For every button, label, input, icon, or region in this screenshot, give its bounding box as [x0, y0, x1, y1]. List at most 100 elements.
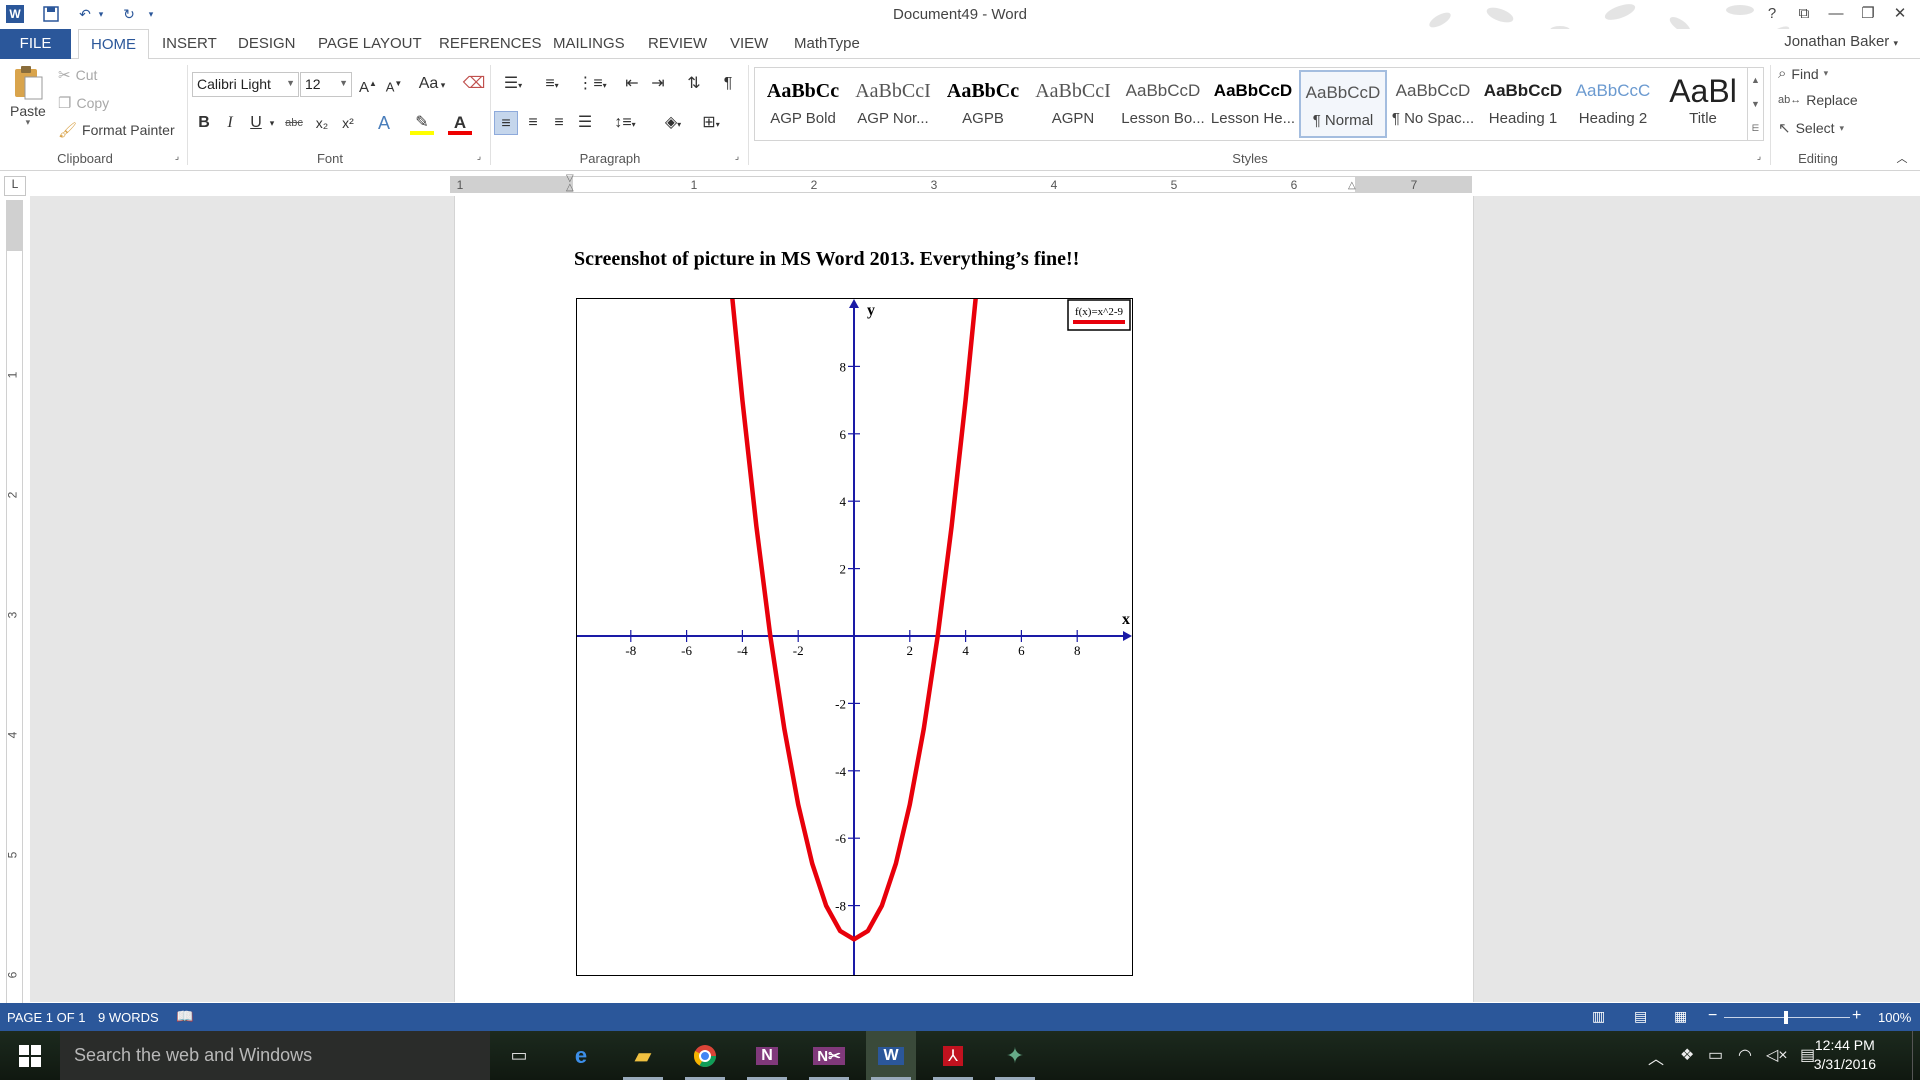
font-dialog-launcher[interactable]: ⌟: [472, 149, 486, 163]
vertical-ruler[interactable]: 1 2 3 4 5 6: [5, 200, 23, 1010]
styles-scroll-down-icon[interactable]: ▼: [1747, 92, 1763, 116]
align-right-icon[interactable]: ≡: [547, 111, 571, 135]
numbering-icon[interactable]: ≡▾: [535, 72, 569, 96]
edge-icon[interactable]: e: [556, 1031, 606, 1080]
underline-dropdown-icon[interactable]: ▾: [266, 111, 278, 135]
taskbar-search-box[interactable]: Search the web and Windows: [60, 1031, 490, 1080]
word-count[interactable]: 9 WORDS: [98, 1010, 159, 1025]
document-area[interactable]: Screenshot of picture in MS Word 2013. E…: [30, 196, 1920, 1002]
tab-design[interactable]: DESIGN: [226, 29, 308, 59]
volume-icon[interactable]: ◁×: [1766, 1045, 1788, 1065]
hanging-indent-marker[interactable]: △: [566, 182, 574, 193]
styles-scroll-up-icon[interactable]: ▲: [1747, 68, 1763, 92]
replace-button[interactable]: ab↔ Replace: [1778, 92, 1858, 108]
tab-home[interactable]: HOME: [78, 29, 149, 60]
tab-mathtype[interactable]: MathType: [782, 29, 872, 59]
zoom-in-icon[interactable]: +: [1852, 1007, 1861, 1025]
help-button[interactable]: ?: [1760, 4, 1784, 24]
document-page[interactable]: Screenshot of picture in MS Word 2013. E…: [454, 196, 1474, 1002]
sort-icon[interactable]: ⇅: [682, 72, 706, 96]
change-case-button[interactable]: Aa ▾: [414, 72, 450, 96]
clipboard-dialog-launcher[interactable]: ⌟: [170, 149, 184, 163]
font-color-icon[interactable]: A: [448, 111, 472, 135]
clear-formatting-icon[interactable]: ⌫: [462, 72, 486, 96]
minimize-button[interactable]: —: [1824, 4, 1848, 24]
show-formatting-marks-icon[interactable]: ¶: [716, 72, 740, 96]
line-spacing-icon[interactable]: ↕≡▾: [608, 111, 642, 135]
file-explorer-icon[interactable]: ▰: [618, 1031, 668, 1080]
shading-icon[interactable]: ◈▾: [656, 111, 690, 135]
style-agp-bold[interactable]: AaBbCc AGP Bold: [759, 70, 847, 138]
zoom-slider-thumb[interactable]: [1784, 1011, 1788, 1024]
zoom-out-icon[interactable]: −: [1708, 1007, 1717, 1025]
decrease-indent-icon[interactable]: ⇤: [620, 72, 644, 96]
tab-review[interactable]: REVIEW: [636, 29, 719, 59]
tab-selector[interactable]: L: [4, 176, 26, 196]
user-account[interactable]: Jonathan Baker ▾: [1784, 33, 1898, 50]
tab-insert[interactable]: INSERT: [150, 29, 229, 59]
acrobat-icon[interactable]: ⅄: [928, 1031, 978, 1080]
tab-view[interactable]: VIEW: [718, 29, 780, 59]
print-layout-icon[interactable]: ▤: [1634, 1008, 1647, 1025]
style-heading-2[interactable]: AaBbCcC Heading 2: [1569, 70, 1657, 138]
align-center-icon[interactable]: ≡: [521, 111, 545, 135]
battery-icon[interactable]: ▭: [1708, 1045, 1723, 1065]
collapse-ribbon-icon[interactable]: ︿: [1890, 147, 1914, 171]
ribbon-display-options-button[interactable]: ⧉: [1792, 4, 1816, 24]
font-size-dropdown[interactable]: 12 ▼: [300, 72, 352, 97]
superscript-button[interactable]: x²: [336, 111, 360, 135]
text-effects-icon[interactable]: A: [372, 111, 396, 135]
increase-indent-icon[interactable]: ⇥: [646, 72, 670, 96]
task-view-icon[interactable]: ▭: [494, 1031, 544, 1080]
paragraph-dialog-launcher[interactable]: ⌟: [730, 149, 744, 163]
proofing-icon[interactable]: 📖: [176, 1008, 193, 1025]
strikethrough-button[interactable]: abc: [282, 111, 306, 135]
underline-button[interactable]: U: [244, 111, 268, 135]
style-agpn[interactable]: AaBbCcI AGPN: [1029, 70, 1117, 138]
font-name-dropdown[interactable]: Calibri Light ▼: [192, 72, 299, 97]
app-icon[interactable]: ✦: [990, 1031, 1040, 1080]
justify-icon[interactable]: ☰: [573, 111, 597, 135]
subscript-button[interactable]: x₂: [310, 111, 334, 135]
style-agpb[interactable]: AaBbCc AGPB: [939, 70, 1027, 138]
wifi-icon[interactable]: ◠: [1738, 1045, 1752, 1065]
tab-file[interactable]: FILE: [0, 29, 71, 59]
tab-mailings[interactable]: MAILINGS: [541, 29, 637, 59]
web-layout-icon[interactable]: ▦: [1674, 1008, 1687, 1025]
copy-button[interactable]: ❐ Copy: [58, 94, 109, 112]
style-normal[interactable]: AaBbCcD ¶ Normal: [1299, 70, 1387, 138]
cut-button[interactable]: ✂ Cut: [58, 66, 97, 84]
system-clock[interactable]: 12:44 PM 3/31/2016: [1814, 1036, 1876, 1074]
show-hidden-icons[interactable]: ︿: [1648, 1045, 1664, 1069]
format-painter-button[interactable]: 🖌 Format Painter: [58, 121, 175, 139]
style-title[interactable]: AaBl Title: [1659, 70, 1747, 138]
find-button[interactable]: ⌕ Find ▾: [1778, 65, 1828, 82]
align-left-icon[interactable]: ≡: [494, 111, 518, 135]
italic-button[interactable]: I: [218, 111, 242, 135]
multilevel-list-icon[interactable]: ⋮≡▾: [575, 72, 609, 96]
onenote-clip-icon[interactable]: N✂: [804, 1031, 854, 1080]
show-desktop-button[interactable]: [1912, 1031, 1920, 1080]
tab-page-layout[interactable]: PAGE LAYOUT: [306, 29, 434, 59]
style-lesson-body[interactable]: AaBbCcD Lesson Bo...: [1119, 70, 1207, 138]
page-count[interactable]: PAGE 1 OF 1: [7, 1010, 86, 1025]
chrome-icon[interactable]: [680, 1031, 730, 1080]
highlight-icon[interactable]: ✎: [410, 111, 434, 135]
close-button[interactable]: ✕: [1888, 4, 1912, 24]
read-mode-icon[interactable]: ▥: [1592, 1008, 1605, 1025]
right-indent-marker[interactable]: △: [1348, 180, 1356, 191]
style-no-spacing[interactable]: AaBbCcD ¶ No Spac...: [1389, 70, 1477, 138]
tab-references[interactable]: REFERENCES: [427, 29, 554, 59]
styles-dialog-launcher[interactable]: ⌟: [1752, 149, 1766, 163]
document-heading[interactable]: Screenshot of picture in MS Word 2013. E…: [574, 248, 1079, 271]
shrink-font-button[interactable]: A▼: [382, 72, 406, 96]
style-agp-normal[interactable]: AaBbCcI AGP Nor...: [849, 70, 937, 138]
bold-button[interactable]: B: [192, 111, 216, 135]
start-button[interactable]: [0, 1031, 60, 1080]
style-heading-1[interactable]: AaBbCcD Heading 1: [1479, 70, 1567, 138]
styles-more-icon[interactable]: ⋿: [1747, 116, 1763, 140]
word-taskbar-icon[interactable]: W: [866, 1031, 916, 1080]
restore-button[interactable]: ❐: [1856, 4, 1880, 24]
bullets-icon[interactable]: ☰▾: [496, 72, 530, 96]
style-lesson-heading[interactable]: AaBbCcD Lesson He...: [1209, 70, 1297, 138]
